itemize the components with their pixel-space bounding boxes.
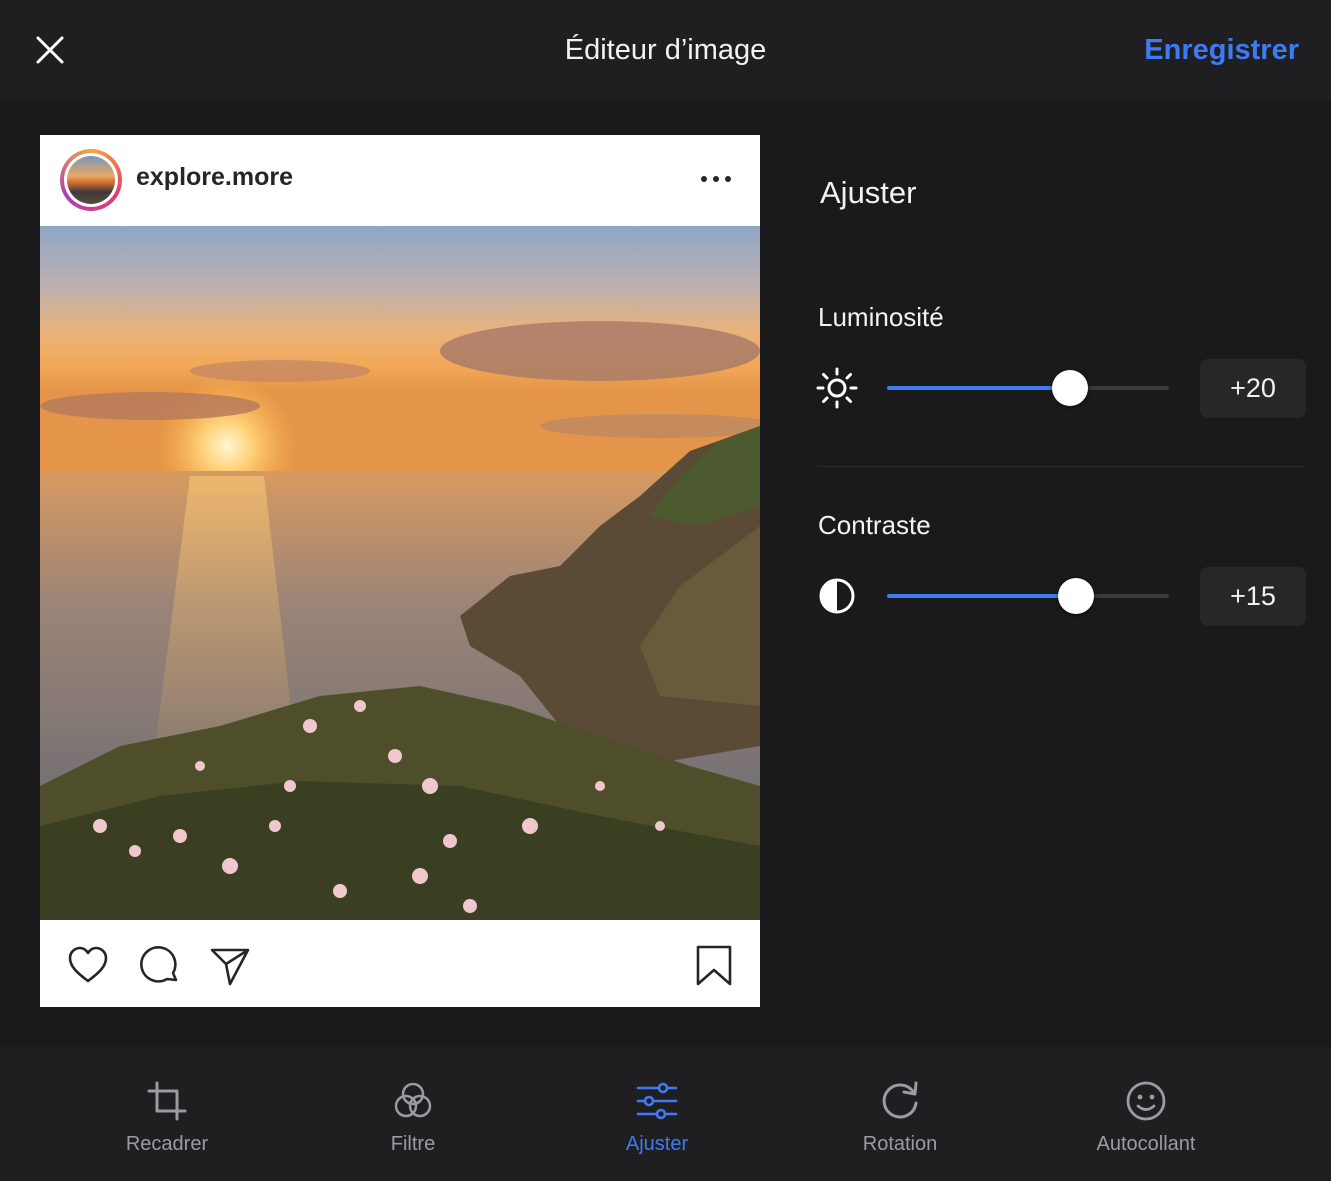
- post-photo[interactable]: [40, 226, 760, 920]
- more-icon: [701, 176, 731, 182]
- contrast-slider-fill: [887, 594, 1076, 598]
- brightness-slider[interactable]: [887, 370, 1169, 406]
- like-button[interactable]: [66, 944, 110, 988]
- top-bar: Éditeur d’image Enregistrer: [0, 0, 1331, 100]
- heart-icon: [68, 946, 108, 983]
- brightness-value[interactable]: +20: [1200, 359, 1306, 418]
- contrast-slider-thumb[interactable]: [1058, 578, 1094, 614]
- tool-filter[interactable]: Filtre: [333, 1047, 493, 1181]
- comment-icon: [140, 946, 178, 983]
- post-preview: explore.more: [40, 135, 760, 1007]
- comment-button[interactable]: [138, 944, 182, 988]
- tool-adjust-label: Ajuster: [625, 1133, 689, 1155]
- tool-crop-label: Recadrer: [125, 1133, 209, 1155]
- sun-icon: [816, 367, 858, 409]
- rotate-icon: [882, 1081, 918, 1119]
- tool-filter-label: Filtre: [390, 1133, 436, 1155]
- contrast-slider[interactable]: [887, 578, 1169, 614]
- smiley-icon: [1126, 1081, 1166, 1121]
- post-actions: [40, 920, 760, 1007]
- bottom-toolbar: Recadrer Filtre Ajuster Rotation Autocol…: [0, 1047, 1331, 1181]
- bookmark-button[interactable]: [692, 944, 736, 988]
- bookmark-icon: [696, 945, 732, 986]
- tool-adjust[interactable]: Ajuster: [577, 1047, 737, 1181]
- filter-icon: [394, 1082, 432, 1118]
- brightness-slider-thumb[interactable]: [1052, 370, 1088, 406]
- divider: [818, 466, 1306, 467]
- avatar[interactable]: [60, 149, 122, 211]
- post-username[interactable]: explore.more: [136, 163, 293, 192]
- contrast-value[interactable]: +15: [1200, 567, 1306, 626]
- sliders-icon: [636, 1082, 678, 1120]
- brightness-label: Luminosité: [818, 302, 944, 332]
- adjust-panel-title: Ajuster: [820, 175, 917, 210]
- page-title: Éditeur d’image: [564, 34, 767, 66]
- tool-sticker[interactable]: Autocollant: [1066, 1047, 1226, 1181]
- tool-sticker-label: Autocollant: [1096, 1133, 1196, 1155]
- save-button[interactable]: Enregistrer: [1144, 30, 1299, 70]
- sunset-coast-image: [40, 226, 760, 920]
- send-icon: [210, 948, 250, 986]
- tool-rotation[interactable]: Rotation: [820, 1047, 980, 1181]
- post-header: explore.more: [40, 135, 760, 226]
- brightness-slider-fill: [887, 386, 1070, 390]
- share-button[interactable]: [208, 944, 252, 988]
- tool-crop[interactable]: Recadrer: [87, 1047, 247, 1181]
- tool-rotation-label: Rotation: [862, 1133, 938, 1155]
- more-options-button[interactable]: [700, 167, 732, 191]
- crop-icon: [147, 1081, 187, 1121]
- contrast-icon: [819, 578, 855, 614]
- contrast-label: Contraste: [818, 510, 931, 540]
